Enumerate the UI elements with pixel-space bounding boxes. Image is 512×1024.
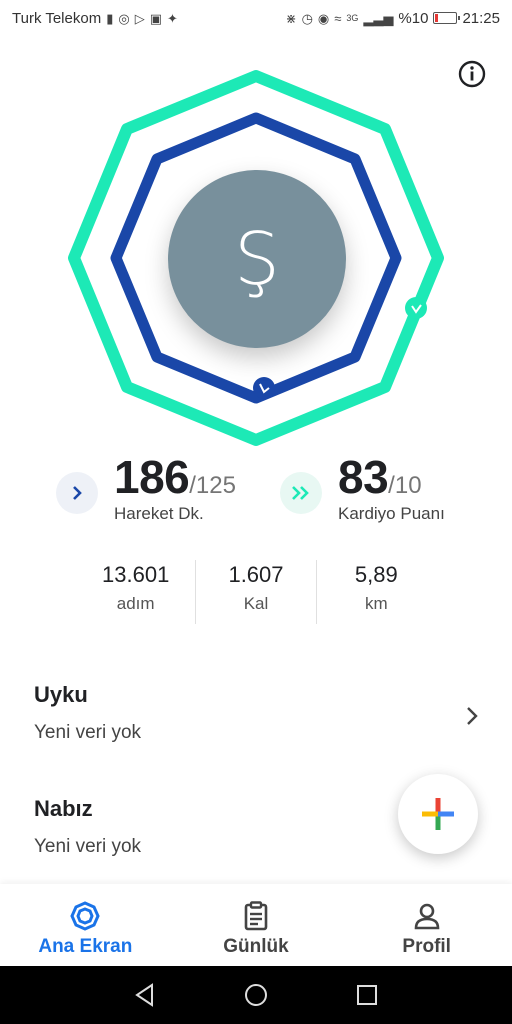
- twitter-icon: ✦: [167, 10, 178, 26]
- nav-journal[interactable]: Günlük: [171, 884, 342, 966]
- sleep-card[interactable]: Uyku Yeni veri yok: [0, 660, 512, 770]
- move-ring-marker: [405, 297, 427, 319]
- battery-icon: [433, 12, 461, 24]
- bottom-nav: Ana Ekran Günlük Profil: [0, 884, 512, 966]
- signal-icon: ▂▃▅: [363, 10, 394, 26]
- play-store-icon: ▷: [134, 10, 145, 26]
- whatsapp-icon: ◎: [118, 10, 130, 26]
- nav-profile-label: Profil: [402, 936, 451, 957]
- distance-value: 5,89: [354, 562, 398, 587]
- recents-icon[interactable]: [354, 982, 380, 1008]
- cardio-ring-marker: [253, 377, 275, 399]
- bluetooth-icon: ⋇: [285, 10, 297, 26]
- heart-rate-subtitle: Yeni veri yok: [34, 836, 142, 857]
- notification-icon: ▣: [149, 10, 162, 26]
- profile-icon: [414, 903, 439, 930]
- back-icon[interactable]: [132, 982, 158, 1008]
- add-activity-button[interactable]: [398, 774, 478, 854]
- move-minutes-target: /125: [189, 472, 236, 499]
- calories-label: Kal: [243, 594, 269, 613]
- steps-value: 13.601: [102, 562, 170, 587]
- eye-icon: ◉: [317, 10, 330, 26]
- heart-points-label: Kardiyo Puanı: [338, 504, 445, 523]
- daily-stats: 13.601 adım 1.607 Kal 5,89 km: [76, 560, 436, 624]
- sleep-title: Uyku: [34, 682, 88, 707]
- calories-value: 1.607: [228, 562, 284, 587]
- plus-icon: [422, 798, 454, 830]
- avatar[interactable]: Ş: [168, 170, 346, 348]
- home-ring-icon: [70, 901, 100, 931]
- sim-icon: ▮: [106, 10, 114, 26]
- sleep-subtitle: Yeni veri yok: [34, 722, 142, 743]
- move-minutes-value: 186: [114, 451, 190, 503]
- alarm-icon: ◷: [301, 10, 313, 26]
- steps-label: adım: [116, 594, 155, 613]
- wifi-icon: ≈: [334, 10, 342, 26]
- clock: 21:25: [462, 9, 500, 27]
- calories-stat[interactable]: 1.607 Kal: [195, 560, 315, 624]
- nav-profile[interactable]: Profil: [341, 884, 512, 966]
- info-icon: [458, 60, 486, 88]
- steps-stat[interactable]: 13.601 adım: [76, 560, 195, 624]
- info-button[interactable]: [456, 58, 488, 90]
- system-nav-bar: [0, 966, 512, 1024]
- move-minutes-icon: [56, 472, 98, 514]
- home-icon[interactable]: [243, 982, 269, 1008]
- heart-rate-title: Nabız: [34, 796, 93, 821]
- distance-label: km: [364, 594, 388, 613]
- distance-stat[interactable]: 5,89 km: [315, 560, 436, 624]
- heart-points-icon: [280, 472, 322, 514]
- heart-points-goal[interactable]: 83/10 Kardiyo Puanı: [280, 452, 445, 524]
- nav-journal-label: Günlük: [223, 936, 289, 957]
- move-minutes-goal[interactable]: 186/125 Hareket Dk.: [56, 452, 236, 524]
- status-bar: Turk Telekom ▮ ◎ ▷ ▣ ✦ ⋇ ◷ ◉ ≈ 3G ▂▃▅ %1…: [0, 0, 512, 36]
- battery-percent: %10: [398, 9, 429, 27]
- network-type: 3G: [346, 12, 359, 23]
- heart-points-value: 83: [338, 451, 389, 503]
- move-minutes-label: Hareket Dk.: [114, 504, 204, 523]
- chevron-right-icon: [467, 707, 478, 725]
- journal-icon: [244, 901, 268, 931]
- nav-home-label: Ana Ekran: [38, 936, 133, 957]
- heart-points-target: /10: [388, 472, 422, 499]
- carrier-name: Turk Telekom: [12, 9, 102, 27]
- nav-home[interactable]: Ana Ekran: [0, 884, 171, 966]
